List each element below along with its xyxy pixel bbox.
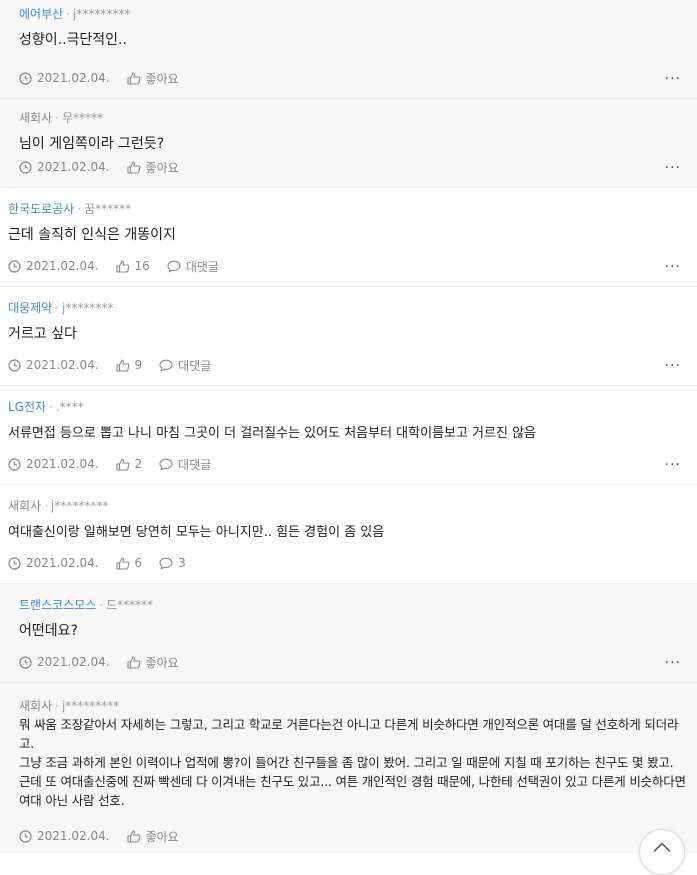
- reply-button[interactable]: 대댓글: [159, 357, 211, 374]
- reply-button[interactable]: 3: [159, 556, 186, 570]
- user-id: .****: [55, 400, 84, 414]
- company-name[interactable]: 새회사: [19, 111, 52, 125]
- thumbs-up-icon: [126, 161, 140, 174]
- comment-meta: 2021.02.04. 9 대댓글: [8, 357, 228, 373]
- company-name[interactable]: 에어부산: [19, 7, 63, 21]
- clock-icon: [8, 457, 21, 471]
- comment-meta: 2021.02.04. 좋아요: [19, 70, 196, 86]
- comment-author: 에어부산 · j*********: [19, 7, 131, 21]
- comment-text: 서류면접 등으로 뽑고 나니 마침 그곳이 더 걸러질수는 있어도 처음부터 대…: [8, 426, 536, 441]
- user-id: j*********: [50, 499, 109, 513]
- speech-bubble-icon: [167, 260, 181, 272]
- comment-author: 대웅제약 · j********: [8, 301, 114, 315]
- clock-icon: [8, 556, 21, 570]
- company-name[interactable]: 새회사: [8, 499, 41, 513]
- clock-icon: [19, 655, 32, 669]
- comment-author: LG전자 · .****: [8, 400, 84, 414]
- clock-icon: [8, 358, 21, 372]
- more-options-icon[interactable]: ···: [665, 161, 681, 175]
- like-button[interactable]: 6: [115, 556, 142, 570]
- like-button[interactable]: 좋아요: [126, 159, 179, 176]
- thumbs-up-icon: [115, 359, 129, 372]
- thumbs-up-icon: [126, 830, 140, 843]
- clock-icon: [19, 829, 32, 843]
- clock-icon: [8, 259, 21, 273]
- comment-date: 2021.02.04.: [19, 71, 110, 85]
- comment-meta: 2021.02.04. 6 3: [8, 555, 203, 571]
- more-options-icon[interactable]: ···: [665, 260, 681, 274]
- comment-text: 성향이..극단적인..: [19, 32, 127, 48]
- comment-author: 새회사 · 무*****: [19, 111, 103, 125]
- company-name[interactable]: 대웅제약: [8, 301, 52, 315]
- comment-text: 님이 게임쪽이라 그런듯?: [19, 136, 165, 152]
- like-button[interactable]: 16: [115, 259, 150, 273]
- comment-date: 2021.02.04.: [8, 457, 99, 471]
- comment-date: 2021.02.04.: [8, 259, 99, 273]
- more-options-icon[interactable]: ···: [665, 359, 681, 373]
- like-button[interactable]: 9: [115, 358, 142, 372]
- comment-text: 거르고 싶다: [8, 326, 77, 342]
- more-options-icon[interactable]: ···: [665, 72, 681, 86]
- user-id: 무*****: [61, 111, 103, 125]
- comment-item: 새회사 · 무***** 님이 게임쪽이라 그런듯? 2021.02.04. 좋아요…: [0, 99, 697, 188]
- more-options-icon[interactable]: ···: [665, 458, 681, 472]
- comment-item: 대웅제약 · j******** 거르고 싶다 2021.02.04. 9 대댓글 …: [0, 287, 697, 386]
- user-id: j*********: [61, 699, 120, 713]
- comment-meta: 2021.02.04. 16 대댓글: [8, 258, 236, 274]
- comment-item: 한국도로공사 · 꿈****** 근데 솔직히 인식은 개똥이지 2021.02.0…: [0, 188, 697, 287]
- comment-date: 2021.02.04.: [19, 160, 110, 174]
- comment-item: 트랜스코스모스 · 드****** 어떤데요? 2021.02.04. 좋아요 ··…: [0, 584, 697, 683]
- company-name[interactable]: 한국도로공사: [8, 202, 74, 216]
- comment-item: LG전자 · .**** 서류면접 등으로 뽑고 나니 마침 그곳이 더 걸러질수는…: [0, 386, 697, 485]
- user-id: 드******: [106, 598, 154, 612]
- like-button[interactable]: 좋아요: [126, 828, 179, 845]
- comment-item: 에어부산 · j********* 성향이..극단적인.. 2021.02.04. …: [0, 0, 697, 99]
- comment-text: 근데 솔직히 인식은 개똥이지: [8, 227, 176, 243]
- comment-item: 새회사 · j********* 여대출신이랑 일해보면 당연히 모두는 아니지만.…: [0, 485, 697, 584]
- like-button[interactable]: 좋아요: [126, 654, 179, 671]
- comment-author: 한국도로공사 · 꿈******: [8, 202, 132, 216]
- reply-button[interactable]: 대댓글: [159, 456, 211, 473]
- like-button[interactable]: 2: [115, 457, 142, 471]
- comment-list: 에어부산 · j********* 성향이..극단적인.. 2021.02.04. …: [0, 0, 697, 875]
- comment-text: 뭐 싸움 조장같아서 자세히는 그렇고, 그리고 학교로 거른다는건 아니고 다…: [19, 717, 686, 808]
- comment-author: 트랜스코스모스 · 드******: [19, 598, 154, 612]
- comment-author: 새회사 · j*********: [8, 499, 109, 513]
- comment-meta: 2021.02.04. 좋아요: [19, 159, 196, 175]
- more-options-icon[interactable]: ···: [665, 656, 681, 670]
- user-id: j********: [62, 301, 114, 315]
- thumbs-up-icon: [115, 458, 129, 471]
- comment-text: 여대출신이랑 일해보면 당연히 모두는 아니지만.. 힘든 경험이 좀 있음: [8, 525, 385, 540]
- comment-meta: 2021.02.04. 좋아요: [19, 654, 196, 670]
- company-name[interactable]: 트랜스코스모스: [19, 598, 96, 612]
- clock-icon: [19, 71, 32, 85]
- comment-text: 어떤데요?: [19, 623, 78, 639]
- speech-bubble-icon: [159, 359, 173, 371]
- like-button[interactable]: 좋아요: [126, 70, 179, 87]
- thumbs-up-icon: [115, 260, 129, 273]
- comment-date: 2021.02.04.: [19, 655, 110, 669]
- thumbs-up-icon: [115, 557, 129, 570]
- comment-meta: 2021.02.04. 2 대댓글: [8, 456, 228, 472]
- user-id: j*********: [73, 7, 131, 21]
- comment-date: 2021.02.04.: [8, 358, 99, 372]
- clock-icon: [19, 160, 32, 174]
- comment-date: 2021.02.04.: [19, 829, 110, 843]
- comment-item: 새회사 · j********* 뭐 싸움 조장같아서 자세히는 그렇고, 그리고 …: [0, 683, 697, 853]
- comment-meta: 2021.02.04. 좋아요: [19, 828, 196, 844]
- scroll-to-top-button[interactable]: [639, 829, 685, 875]
- company-name[interactable]: 새회사: [19, 699, 52, 713]
- thumbs-up-icon: [126, 72, 140, 85]
- comment-author: 새회사 · j*********: [19, 699, 120, 713]
- thumbs-up-icon: [126, 656, 140, 669]
- speech-bubble-icon: [159, 557, 173, 569]
- user-id: 꿈******: [84, 202, 132, 216]
- speech-bubble-icon: [159, 458, 173, 470]
- comment-date: 2021.02.04.: [8, 556, 99, 570]
- company-name[interactable]: LG전자: [8, 400, 46, 414]
- reply-button[interactable]: 대댓글: [167, 258, 219, 275]
